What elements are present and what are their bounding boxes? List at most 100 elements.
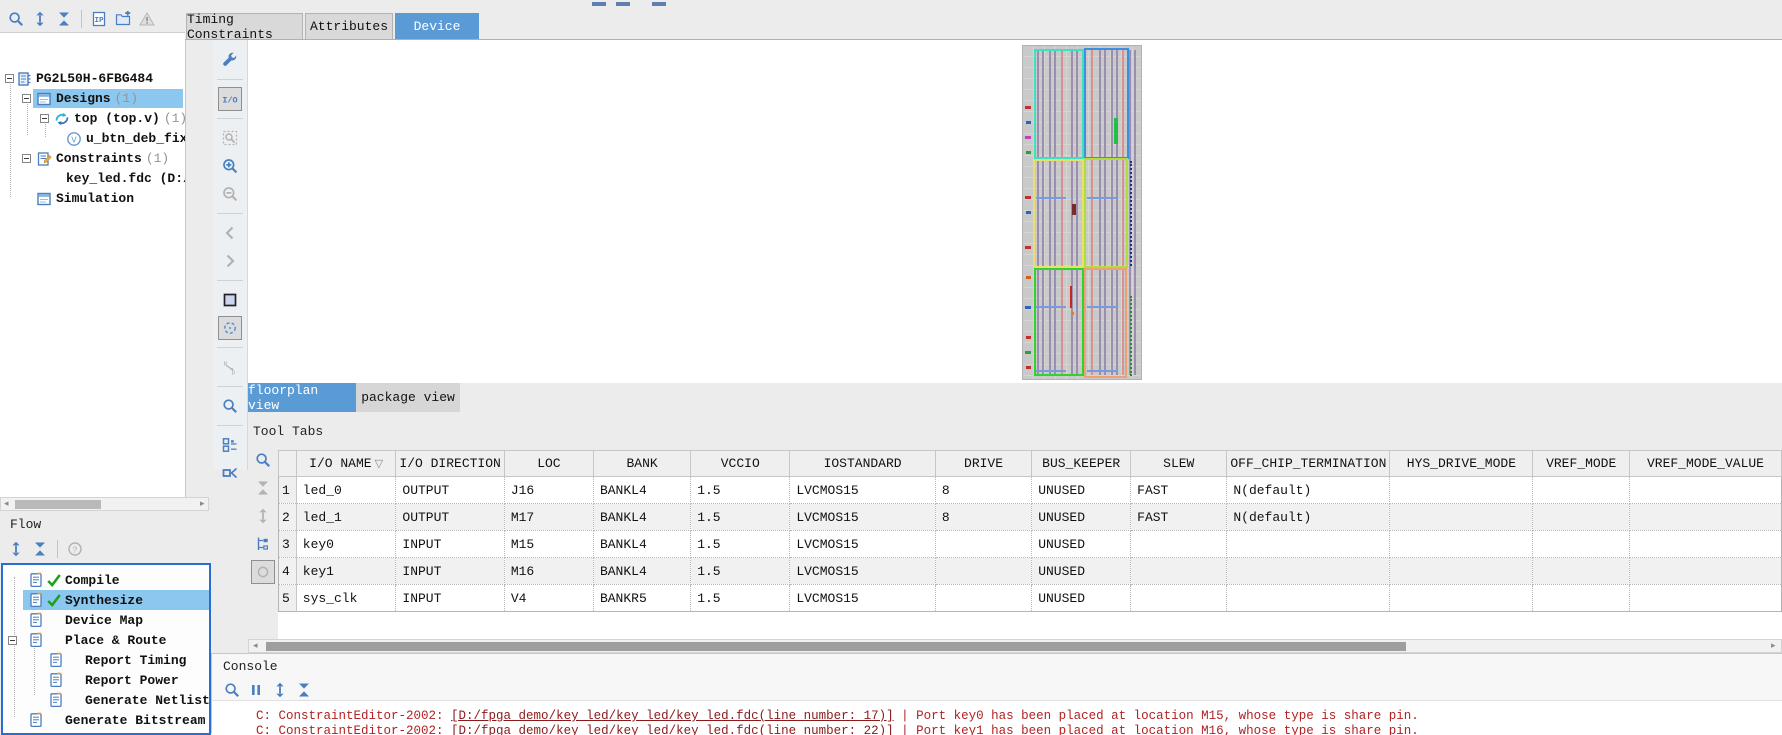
cell-off-chip-termination[interactable]	[1227, 585, 1390, 612]
flow-step-synthesize[interactable]: Synthesize	[28, 590, 143, 610]
io-row-led_1[interactable]: 2led_1OUTPUTM17BANKL41.5LVCMOS158UNUSEDF…	[279, 504, 1782, 531]
rectangle-tool-icon[interactable]	[218, 288, 242, 312]
cell-iostandard[interactable]: LVCMOS15	[790, 477, 936, 504]
row-number[interactable]: 3	[279, 531, 297, 558]
search-icon[interactable]	[220, 678, 244, 702]
cell-vccio[interactable]: 1.5	[691, 504, 790, 531]
cell-vccio[interactable]: 1.5	[691, 531, 790, 558]
cell-slew[interactable]	[1131, 558, 1227, 585]
cell-vref-mode[interactable]	[1533, 558, 1630, 585]
bank-bottom-right[interactable]	[1084, 268, 1127, 378]
cell-vref-mode[interactable]	[1533, 585, 1630, 612]
target-tool-icon[interactable]	[218, 316, 242, 340]
scroll-right-arrow[interactable]: ▸	[1771, 640, 1776, 653]
tree-expander-minus[interactable]	[8, 636, 17, 645]
expand-all-icon[interactable]	[268, 678, 292, 702]
row-number[interactable]: 4	[279, 558, 297, 585]
collapse-all-icon[interactable]	[28, 537, 52, 561]
flow-step-generate-bitstream[interactable]: Generate Bitstream	[28, 710, 205, 730]
column-header-slew[interactable]: SLEW	[1131, 451, 1227, 477]
cell-bank[interactable]: BANKL4	[593, 558, 690, 585]
cell-i-o-name[interactable]: key1	[296, 558, 396, 585]
cell-hys-drive-mode[interactable]	[1390, 558, 1533, 585]
tree-view-icon[interactable]	[251, 532, 275, 556]
cell-i-o-name[interactable]: led_1	[296, 504, 396, 531]
column-header-loc[interactable]: LOC	[504, 451, 593, 477]
tree-item-simulation[interactable]: Simulation	[36, 189, 134, 208]
cell-off-chip-termination[interactable]	[1227, 558, 1390, 585]
tab-attributes[interactable]: Attributes	[305, 13, 393, 39]
column-header-off-chip-termination[interactable]: OFF_CHIP_TERMINATION	[1227, 451, 1390, 477]
cell-iostandard[interactable]: LVCMOS15	[790, 531, 936, 558]
io-view-button[interactable]: I/O	[218, 87, 242, 111]
cell-drive[interactable]	[935, 558, 1031, 585]
tab-device[interactable]: Device	[395, 13, 479, 39]
tree-expander-minus[interactable]	[5, 74, 14, 83]
cell-vccio[interactable]: 1.5	[691, 477, 790, 504]
scroll-left-arrow[interactable]: ◂	[253, 640, 258, 653]
cell-loc[interactable]: M16	[504, 558, 593, 585]
cell-vref-mode[interactable]	[1533, 477, 1630, 504]
cell-hys-drive-mode[interactable]	[1390, 477, 1533, 504]
floorplan-canvas[interactable]	[248, 40, 1782, 383]
tree-item-pg2l50h-6fbg484[interactable]: PG2L50H-6FBG484	[16, 69, 153, 88]
cell-off-chip-termination[interactable]	[1227, 531, 1390, 558]
ip-core-icon[interactable]: IP	[87, 7, 111, 31]
row-number[interactable]: 5	[279, 585, 297, 612]
tree-expander-minus[interactable]	[22, 154, 31, 163]
cell-loc[interactable]: V4	[504, 585, 593, 612]
column-header-bank[interactable]: BANK	[593, 451, 690, 477]
cell-loc[interactable]: M15	[504, 531, 593, 558]
clip-region-icon[interactable]	[218, 461, 242, 485]
cell-iostandard[interactable]: LVCMOS15	[790, 504, 936, 531]
cell-hys-drive-mode[interactable]	[1390, 585, 1533, 612]
settings-wrench-icon[interactable]	[218, 48, 242, 72]
column-header-drive[interactable]: DRIVE	[935, 451, 1031, 477]
flow-step-generate-netlist[interactable]: Generate Netlist	[48, 690, 210, 710]
cell-drive[interactable]: 8	[935, 504, 1031, 531]
search-icon[interactable]	[251, 448, 275, 472]
cell-vref-mode-value[interactable]	[1629, 477, 1781, 504]
column-header-iostandard[interactable]: IOSTANDARD	[790, 451, 936, 477]
cell-i-o-direction[interactable]: OUTPUT	[396, 504, 504, 531]
cell-i-o-direction[interactable]: INPUT	[396, 531, 504, 558]
row-number[interactable]: 1	[279, 477, 297, 504]
flow-step-place-route[interactable]: Place & Route	[28, 630, 166, 650]
io-row-key0[interactable]: 3key0INPUTM15BANKL41.5LVCMOS15UNUSED	[279, 531, 1782, 558]
io-row-led_0[interactable]: 1led_0OUTPUTJ16BANKL41.5LVCMOS158UNUSEDF…	[279, 477, 1782, 504]
tree-expander-minus[interactable]	[40, 114, 49, 123]
search-icon[interactable]	[4, 7, 28, 31]
tab-floorplan-view[interactable]: floorplan view	[248, 383, 356, 412]
bank-mid-left[interactable]	[1033, 159, 1084, 268]
cell-i-o-name[interactable]: led_0	[296, 477, 396, 504]
column-header-bus-keeper[interactable]: BUS_KEEPER	[1032, 451, 1131, 477]
pause-icon[interactable]	[244, 678, 268, 702]
cell-bus-keeper[interactable]: UNUSED	[1032, 585, 1131, 612]
expand-all-icon[interactable]	[4, 537, 28, 561]
cell-vccio[interactable]: 1.5	[691, 558, 790, 585]
cell-hys-drive-mode[interactable]	[1390, 504, 1533, 531]
bank-bottom-left[interactable]	[1034, 268, 1084, 376]
console-file-link[interactable]: [D:/fpga_demo/key_led/key_led/key_led.fd…	[451, 709, 894, 723]
cell-i-o-direction[interactable]: OUTPUT	[396, 477, 504, 504]
cell-off-chip-termination[interactable]: N(default)	[1227, 504, 1390, 531]
cell-vref-mode-value[interactable]	[1629, 558, 1781, 585]
expand-all-icon[interactable]	[28, 7, 52, 31]
column-header-vccio[interactable]: VCCIO	[691, 451, 790, 477]
add-project-icon[interactable]	[111, 7, 135, 31]
cell-bus-keeper[interactable]: UNUSED	[1032, 558, 1131, 585]
cell-iostandard[interactable]: LVCMOS15	[790, 585, 936, 612]
io-row-sys_clk[interactable]: 5sys_clkINPUTV4BANKR51.5LVCMOS15UNUSED	[279, 585, 1782, 612]
cell-bank[interactable]: BANKR5	[593, 585, 690, 612]
cell-hys-drive-mode[interactable]	[1390, 531, 1533, 558]
cell-bus-keeper[interactable]: UNUSED	[1032, 531, 1131, 558]
tree-item-key-led-fdc-d-fpga[interactable]: key_led.fdc (D:/fpga_	[62, 169, 186, 188]
column-header-hys-drive-mode[interactable]: HYS_DRIVE_MODE	[1390, 451, 1533, 477]
bank-top-left[interactable]	[1034, 49, 1084, 159]
column-header-vref-mode[interactable]: VREF_MODE	[1533, 451, 1630, 477]
tree-item-u-btn-deb-fix[interactable]: Vu_btn_deb_fix-	[66, 129, 186, 148]
collapse-all-icon[interactable]	[52, 7, 76, 31]
cell-drive[interactable]	[935, 585, 1031, 612]
column-header-vref-mode-value[interactable]: VREF_MODE_VALUE	[1629, 451, 1781, 477]
flow-step-report-power[interactable]: Report Power	[48, 670, 179, 690]
